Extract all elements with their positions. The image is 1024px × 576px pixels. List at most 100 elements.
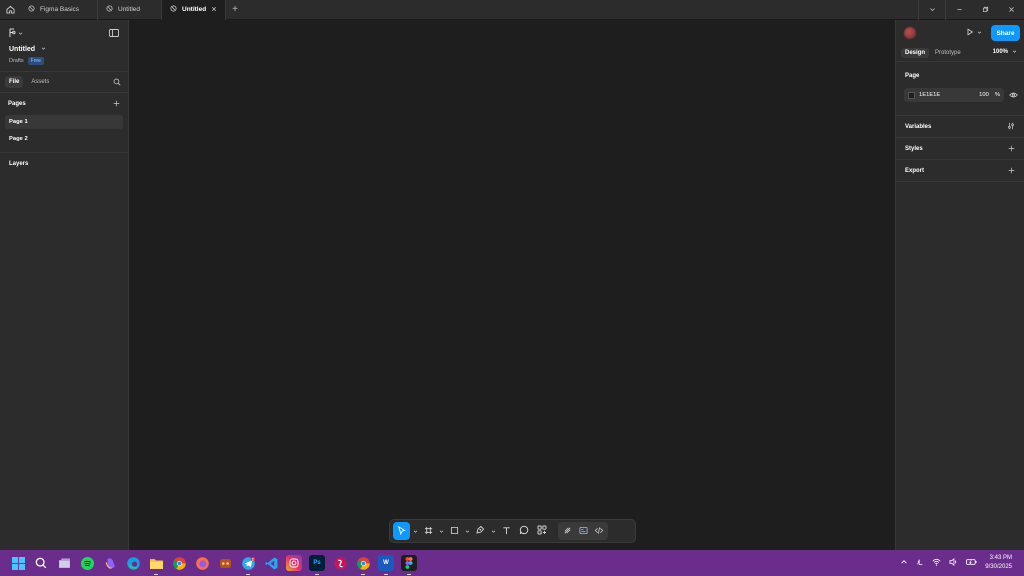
main-menu-button[interactable]: [9, 28, 23, 40]
frame-icon: [424, 526, 433, 537]
chrome-icon[interactable]: [171, 555, 187, 571]
draw-mode-button[interactable]: [560, 522, 574, 540]
taskbar: 2 Ps W 3:43 PM 9/30/2025: [0, 550, 1024, 576]
sidebar-toggle-icon[interactable]: [109, 29, 119, 39]
word-label: W: [383, 560, 389, 566]
shape-tool-button[interactable]: [446, 522, 462, 540]
add-export-icon[interactable]: [1008, 166, 1015, 176]
battery-icon[interactable]: [966, 558, 977, 568]
figma-logo-icon: [9, 28, 16, 40]
figma-file-icon: [106, 5, 113, 14]
color-hex-value[interactable]: 1E1E1E: [919, 92, 940, 98]
dev-mode-button[interactable]: [592, 522, 606, 540]
tab-file[interactable]: File: [5, 76, 24, 88]
minimize-icon[interactable]: [946, 0, 972, 20]
tab-label: Untitled: [118, 6, 141, 13]
photoshop-icon[interactable]: Ps: [309, 555, 325, 575]
frame-tool-button[interactable]: [420, 522, 436, 540]
cursor-icon: [397, 525, 406, 537]
date: 9/30/2025: [985, 564, 1012, 570]
text-icon: [502, 526, 511, 537]
avatar[interactable]: [904, 27, 916, 39]
spotify-icon[interactable]: [79, 555, 95, 571]
page-color-field[interactable]: 1E1E1E 100 %: [904, 88, 1004, 102]
chevron-down-icon[interactable]: [464, 522, 470, 540]
comment-tool-button[interactable]: [516, 522, 532, 540]
export-section[interactable]: Export: [896, 160, 1024, 182]
file-title[interactable]: Untitled: [9, 46, 46, 53]
tab-prototype[interactable]: Prototype: [931, 48, 965, 58]
firefox-icon[interactable]: [194, 555, 210, 571]
app-icon[interactable]: [332, 555, 348, 571]
vscode-icon[interactable]: [263, 555, 279, 571]
opacity-value[interactable]: 100: [979, 92, 989, 98]
mode-toggle-group: [558, 522, 608, 540]
pen-tool-button[interactable]: [472, 522, 488, 540]
badge-count: 2: [251, 557, 253, 561]
restore-icon[interactable]: [972, 0, 998, 20]
copilot-icon[interactable]: [102, 555, 118, 571]
code-icon: [594, 526, 604, 537]
variables-settings-icon[interactable]: [1007, 122, 1015, 132]
chevron-down-icon[interactable]: [490, 522, 496, 540]
close-tab-icon[interactable]: [211, 6, 217, 14]
layers-heading: Layers: [0, 152, 128, 174]
text-tool-button[interactable]: [498, 522, 514, 540]
chevron-down-icon[interactable]: [919, 0, 945, 20]
comment-icon: [519, 525, 529, 537]
chevron-down-icon: [41, 46, 46, 53]
wifi-icon[interactable]: [932, 558, 941, 568]
figma-app-icon[interactable]: [401, 555, 417, 575]
windows-start-icon[interactable]: [10, 555, 26, 571]
add-page-icon[interactable]: [113, 100, 120, 109]
draw-icon: [563, 526, 572, 537]
plan-badge: Free: [27, 57, 44, 65]
tab-untitled-active[interactable]: Untitled: [162, 0, 226, 20]
file-explorer-icon[interactable]: [148, 555, 164, 575]
variables-section[interactable]: Variables: [896, 116, 1024, 138]
search-icon[interactable]: [33, 555, 49, 571]
design-mode-button[interactable]: [576, 522, 590, 540]
tab-label: Figma Basics: [40, 6, 80, 13]
word-icon[interactable]: W: [378, 555, 394, 575]
pen-input-icon[interactable]: [916, 558, 924, 568]
styles-section[interactable]: Styles: [896, 138, 1024, 160]
eye-icon[interactable]: [1009, 91, 1018, 101]
canvas[interactable]: [130, 20, 895, 550]
pen-icon: [475, 525, 485, 537]
add-style-icon[interactable]: [1008, 144, 1015, 154]
close-window-icon[interactable]: [998, 0, 1024, 20]
tab-assets[interactable]: Assets: [27, 76, 53, 88]
zoom-dropdown[interactable]: 100%: [993, 49, 1017, 56]
color-swatch[interactable]: [908, 91, 915, 99]
home-icon[interactable]: [0, 0, 20, 20]
chevron-down-icon[interactable]: [412, 522, 418, 540]
tab-figma-basics[interactable]: Figma Basics: [20, 0, 98, 20]
share-button[interactable]: Share: [991, 25, 1020, 41]
actions-tool-button[interactable]: [534, 522, 550, 540]
page-item-2[interactable]: Page 2: [5, 132, 123, 146]
instagram-icon[interactable]: [286, 555, 302, 571]
clock[interactable]: 3:43 PM 9/30/2025: [985, 554, 1012, 572]
new-tab-icon[interactable]: +: [226, 0, 244, 20]
opacity-unit: %: [994, 92, 1000, 98]
play-icon: [966, 28, 974, 38]
game-app-icon[interactable]: [217, 555, 233, 571]
right-panel: Share Design Prototype 100% Page 1E1E1E …: [895, 20, 1024, 550]
tab-untitled-1[interactable]: Untitled: [98, 0, 162, 20]
chevron-up-icon[interactable]: [900, 558, 908, 568]
present-button[interactable]: [966, 28, 982, 38]
page-item-1[interactable]: Page 1: [5, 115, 123, 129]
move-tool-button[interactable]: [393, 522, 410, 540]
volume-icon[interactable]: [949, 558, 958, 568]
tab-design[interactable]: Design: [901, 47, 930, 58]
chrome-profile-icon[interactable]: [355, 555, 371, 575]
search-icon[interactable]: [113, 78, 121, 88]
chevron-down-icon[interactable]: [438, 522, 444, 540]
edge-icon[interactable]: [125, 555, 141, 571]
export-title: Export: [905, 167, 925, 174]
telegram-icon[interactable]: 2: [240, 555, 256, 575]
photoshop-label: Ps: [313, 560, 321, 566]
drafts-label[interactable]: Drafts: [9, 58, 24, 64]
task-view-icon[interactable]: [56, 555, 72, 571]
